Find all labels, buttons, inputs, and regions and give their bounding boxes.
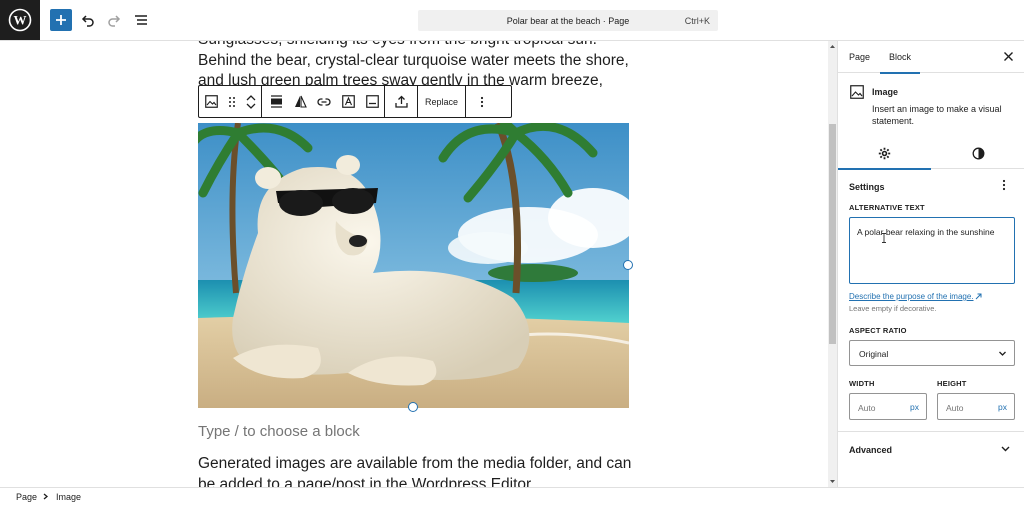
breadcrumb-item-image: Image xyxy=(56,492,82,502)
plus-icon xyxy=(56,15,66,25)
sidebar-tabs: Page Block xyxy=(838,41,1024,74)
tab-settings[interactable] xyxy=(838,137,931,170)
aspect-ratio-select[interactable]: Original xyxy=(849,340,1015,366)
width-unit[interactable]: px xyxy=(910,402,919,412)
scroll-down-icon[interactable] xyxy=(828,478,837,486)
scroll-up-icon[interactable] xyxy=(828,42,837,50)
block-breadcrumb: Page Image xyxy=(0,487,1024,505)
external-link-icon[interactable] xyxy=(975,293,982,300)
block-options-button[interactable] xyxy=(466,86,498,117)
chevron-down-icon xyxy=(999,351,1006,356)
chevron-down-icon xyxy=(1001,446,1010,452)
image-icon xyxy=(204,95,218,108)
advanced-label: Advanced xyxy=(849,445,893,455)
alt-text-value: A polar bear relaxing in the sunshine xyxy=(857,227,995,237)
list-view-icon xyxy=(135,15,147,25)
drag-handle[interactable] xyxy=(223,86,241,117)
advanced-panel-toggle[interactable]: Advanced xyxy=(838,431,1024,463)
close-icon[interactable] xyxy=(1003,51,1014,62)
document-overview-button[interactable] xyxy=(130,9,152,31)
editor-canvas: Sunglasses, shielding its eyes from the … xyxy=(0,41,828,487)
text-overlay-button[interactable] xyxy=(336,86,360,117)
width-label: WIDTH xyxy=(849,379,875,388)
block-toolbar-group-format xyxy=(262,86,385,117)
upload-icon xyxy=(394,95,408,108)
settings-sidebar: Page Block Image Insert an image to make… xyxy=(837,41,1024,487)
more-vertical-icon[interactable] xyxy=(1002,179,1006,191)
image-block[interactable] xyxy=(198,123,629,408)
breadcrumb-item-page[interactable]: Page xyxy=(16,492,37,502)
resize-handle-right[interactable] xyxy=(623,260,633,270)
block-toolbar-group-media xyxy=(385,86,418,117)
block-type-button[interactable] xyxy=(199,86,223,117)
undo-icon xyxy=(81,15,94,27)
move-buttons[interactable] xyxy=(241,86,261,117)
tab-page[interactable]: Page xyxy=(849,52,870,62)
width-value: Auto xyxy=(858,403,876,413)
command-palette-bar[interactable]: Polar bear at the beach · Page Ctrl+K xyxy=(418,10,718,31)
add-block-button[interactable] xyxy=(50,9,72,31)
alt-text-label: ALTERNATIVE TEXT xyxy=(849,203,925,212)
tab-styles[interactable] xyxy=(932,137,1024,169)
undo-button[interactable] xyxy=(77,9,99,31)
chevron-right-icon xyxy=(43,493,49,500)
height-unit[interactable]: px xyxy=(998,402,1007,412)
alt-text-help: Leave empty if decorative. xyxy=(849,304,937,313)
settings-styles-tabs xyxy=(838,137,1024,170)
tab-block[interactable]: Block xyxy=(879,52,921,74)
aspect-ratio-value: Original xyxy=(859,349,889,359)
contrast-icon xyxy=(972,147,985,159)
alt-text-input[interactable]: A polar bear relaxing in the sunshine xyxy=(849,217,1015,284)
document-title: Polar bear at the beach · Page xyxy=(506,16,630,26)
more-vertical-icon xyxy=(480,96,484,107)
duotone-icon xyxy=(294,95,307,108)
chevron-down-icon[interactable] xyxy=(246,102,256,110)
canvas-scrollbar[interactable] xyxy=(828,41,837,487)
wordpress-logo-button[interactable]: W xyxy=(0,0,40,40)
upload-button[interactable] xyxy=(385,86,417,117)
duotone-button[interactable] xyxy=(288,86,312,117)
wordpress-icon: W xyxy=(8,8,32,32)
block-card-title: Image xyxy=(872,87,899,97)
chevron-up-icon[interactable] xyxy=(246,94,256,102)
svg-text:W: W xyxy=(14,13,27,28)
settings-panel-title: Settings xyxy=(849,182,885,192)
shortcut-hint: Ctrl+K xyxy=(684,16,710,26)
redo-icon xyxy=(108,15,121,27)
height-input[interactable]: Auto px xyxy=(937,393,1015,420)
link-icon xyxy=(317,97,331,106)
paragraph-block-bottom[interactable]: Generated images are available from the … xyxy=(198,454,638,487)
align-button[interactable] xyxy=(264,86,288,117)
describe-purpose-link[interactable]: Describe the purpose of the image. xyxy=(849,292,974,301)
gear-icon xyxy=(878,147,891,159)
drag-handle-icon xyxy=(229,96,235,107)
caption-icon xyxy=(365,95,379,108)
caption-button[interactable] xyxy=(360,86,384,117)
block-toolbar-group-replace: Replace xyxy=(418,86,467,117)
scroll-thumb[interactable] xyxy=(829,124,836,344)
block-card-description: Insert an image to make a visual stateme… xyxy=(872,104,1002,126)
editor-header: W Polar bear at the beach · Page Ctrl+K xyxy=(0,0,1024,41)
block-toolbar: Replace xyxy=(198,85,512,118)
text-cursor-icon xyxy=(882,233,886,243)
default-block-appender[interactable]: Type / to choose a block xyxy=(198,423,360,440)
image-icon xyxy=(850,85,864,99)
redo-button[interactable] xyxy=(103,9,125,31)
resize-handle-bottom[interactable] xyxy=(408,402,418,412)
replace-button[interactable]: Replace xyxy=(418,86,465,117)
polar-bear-image xyxy=(198,123,629,408)
aspect-ratio-label: ASPECT RATIO xyxy=(849,326,907,335)
block-toolbar-group-options xyxy=(466,86,498,117)
block-toolbar-group-transform xyxy=(199,86,262,117)
height-value: Auto xyxy=(946,403,964,413)
text-overlay-icon xyxy=(341,95,355,108)
height-label: HEIGHT xyxy=(937,379,967,388)
width-input[interactable]: Auto px xyxy=(849,393,927,420)
link-button[interactable] xyxy=(312,86,336,117)
align-center-icon xyxy=(270,95,282,108)
